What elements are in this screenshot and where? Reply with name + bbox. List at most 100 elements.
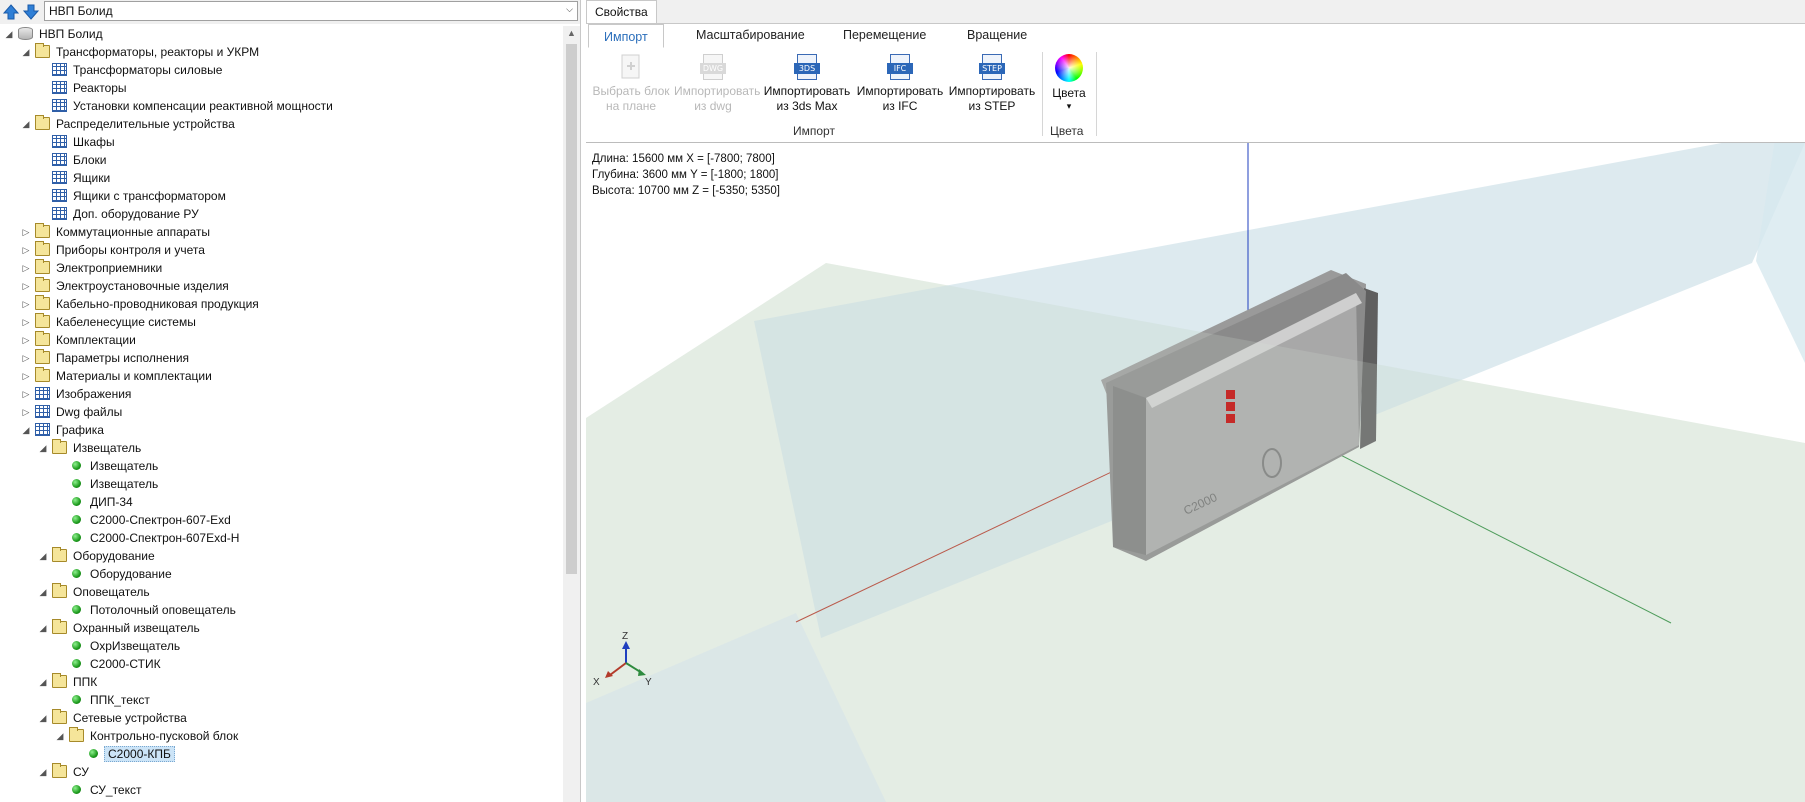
scrollbar-thumb[interactable] xyxy=(566,44,577,574)
tree-item[interactable]: ДИП-34 xyxy=(0,494,560,512)
tree-item[interactable]: Блоки xyxy=(0,152,560,170)
expand-arrow-icon[interactable]: ▷ xyxy=(21,315,31,329)
tree-item[interactable]: Потолочный оповещатель xyxy=(0,602,560,620)
expand-arrow-icon[interactable]: ▷ xyxy=(21,387,31,401)
folder-icon xyxy=(52,673,67,688)
tree-item[interactable]: ППК_текст xyxy=(0,692,560,710)
tab-scaling[interactable]: Масштабирование xyxy=(696,28,805,42)
tree-item[interactable]: ▷ Электроприемники xyxy=(0,259,560,278)
expand-arrow-icon[interactable]: ▷ xyxy=(21,225,31,239)
scroll-up-icon[interactable]: ▲ xyxy=(567,28,576,38)
tree-item[interactable]: ▷ Кабеленесущие системы xyxy=(0,313,560,332)
tree-item[interactable]: ◢ Распределительные устройства xyxy=(0,115,560,134)
arrow-up-icon[interactable] xyxy=(2,3,20,21)
tree-item[interactable]: ◢ Контрольно-пусковой блок xyxy=(0,727,560,746)
collapse-arrow-icon[interactable]: ◢ xyxy=(55,729,65,743)
arrow-down-icon[interactable] xyxy=(22,3,40,21)
tree-item[interactable]: ОхрИзвещатель xyxy=(0,638,560,656)
tree-item[interactable]: ▷ Dwg файлы xyxy=(0,404,560,422)
collapse-arrow-icon[interactable]: ◢ xyxy=(4,27,14,41)
tree-item[interactable]: Реакторы xyxy=(0,80,560,98)
tree-item[interactable]: Ящики xyxy=(0,170,560,188)
tree-item[interactable]: ◢ Оповещатель xyxy=(0,583,560,602)
tree-item[interactable]: ▷ Приборы контроля и учета xyxy=(0,241,560,260)
folder-icon xyxy=(35,259,50,274)
tree-item[interactable]: Извещатель xyxy=(0,458,560,476)
tree-item[interactable]: ◢ Извещатель xyxy=(0,439,560,458)
tree-item[interactable]: С2000-Спектрон-607Exd-H xyxy=(0,530,560,548)
tree-item[interactable]: ▷ Коммутационные аппараты xyxy=(0,223,560,242)
collapse-arrow-icon[interactable]: ◢ xyxy=(21,423,31,437)
3d-viewport[interactable]: Длина: 15600 мм X = [-7800; 7800] Глубин… xyxy=(586,143,1805,802)
collapse-arrow-icon[interactable]: ◢ xyxy=(38,441,48,455)
import-dwg-label-2: из dwg xyxy=(694,99,732,113)
expand-arrow-icon[interactable]: ▷ xyxy=(21,243,31,257)
expand-arrow-icon[interactable]: ▷ xyxy=(21,261,31,275)
tree-item[interactable]: Установки компенсации реактивной мощност… xyxy=(0,98,560,116)
table-icon xyxy=(52,171,67,184)
expand-arrow-icon[interactable]: ▷ xyxy=(21,405,31,419)
import-ifc-button[interactable]: IFC Импортировать из IFC xyxy=(856,54,944,114)
tree-item[interactable]: ▷ Параметры исполнения xyxy=(0,349,560,368)
tree-item[interactable]: ▷ Изображения xyxy=(0,386,560,404)
tab-properties[interactable]: Свойства xyxy=(586,0,657,23)
select-block-button[interactable]: Выбрать блок на плане xyxy=(590,54,672,114)
green-dot-icon xyxy=(72,515,81,524)
tree-scrollbar[interactable]: ▲ xyxy=(563,26,580,802)
chevron-down-icon[interactable]: ⌵ xyxy=(566,4,573,15)
tree-item[interactable]: Ящики с трансформатором xyxy=(0,188,560,206)
tree-item[interactable]: СУ_текст xyxy=(0,782,560,800)
tree-item[interactable]: С2000-Спектрон-607-Exd xyxy=(0,512,560,530)
tree-item[interactable]: Трансформаторы силовые xyxy=(0,62,560,80)
tree-item[interactable]: ▷ Электроустановочные изделия xyxy=(0,277,560,296)
tree-item[interactable]: ▷ Кабельно-проводниковая продукция xyxy=(0,295,560,314)
collapse-arrow-icon[interactable]: ◢ xyxy=(38,675,48,689)
expand-arrow-icon[interactable]: ▷ xyxy=(21,279,31,293)
green-dot-icon xyxy=(72,497,81,506)
collapse-arrow-icon[interactable]: ◢ xyxy=(21,45,31,59)
expand-arrow-icon[interactable]: ▷ xyxy=(21,369,31,383)
tree-item[interactable]: С2000-СТИК xyxy=(0,656,560,674)
collapse-arrow-icon[interactable]: ◢ xyxy=(38,765,48,779)
collapse-arrow-icon[interactable]: ◢ xyxy=(38,711,48,725)
tab-moving[interactable]: Перемещение xyxy=(843,28,926,42)
tree-item[interactable]: ◢ СУ xyxy=(0,763,560,782)
tree-item[interactable]: ◢ НВП Болид xyxy=(0,26,560,44)
import-step-button[interactable]: STEP Импортировать из STEP xyxy=(948,54,1036,114)
tree-item[interactable]: ◢ Графика xyxy=(0,422,560,440)
tab-import[interactable]: Импорт xyxy=(588,24,664,48)
tab-rotation[interactable]: Вращение xyxy=(967,28,1027,42)
folder-icon xyxy=(35,367,50,382)
import-dwg-button[interactable]: DWG Импортировать из dwg xyxy=(674,54,760,114)
collapse-arrow-icon[interactable]: ◢ xyxy=(21,117,31,131)
library-selector[interactable]: НВП Болид ⌵ xyxy=(44,1,578,21)
tree-item[interactable]: Извещатель xyxy=(0,476,560,494)
table-icon xyxy=(35,423,50,436)
tree-item-label: Оповещатель xyxy=(73,585,150,599)
expand-arrow-icon[interactable]: ▷ xyxy=(21,333,31,347)
tree-item[interactable]: Оборудование xyxy=(0,566,560,584)
green-dot-icon xyxy=(72,695,81,704)
collapse-arrow-icon[interactable]: ◢ xyxy=(38,585,48,599)
green-dot-icon xyxy=(72,461,81,470)
green-dot-icon xyxy=(72,569,81,578)
tree-item[interactable]: ▷ Комплектации xyxy=(0,331,560,350)
tree-item-label: Реакторы xyxy=(73,81,127,95)
tree-item[interactable]: ◢ ППК xyxy=(0,673,560,692)
tree-item[interactable]: ◢ Сетевые устройства xyxy=(0,709,560,728)
tree-item[interactable]: ◢ Оборудование xyxy=(0,547,560,566)
collapse-arrow-icon[interactable]: ◢ xyxy=(38,621,48,635)
tree-item[interactable]: ◢ Охранный извещатель xyxy=(0,619,560,638)
collapse-arrow-icon[interactable]: ◢ xyxy=(38,549,48,563)
ifc-file-icon: IFC xyxy=(887,54,913,80)
tree-item[interactable]: ▷ Материалы и комплектации xyxy=(0,367,560,386)
expand-arrow-icon[interactable]: ▷ xyxy=(21,351,31,365)
import-3ds-button[interactable]: 3DS Импортировать из 3ds Max xyxy=(763,54,851,114)
tree-item[interactable]: С2000-КПБ xyxy=(0,746,560,764)
expand-arrow-icon[interactable]: ▷ xyxy=(21,297,31,311)
tree-item[interactable]: Шкафы xyxy=(0,134,560,152)
tree-item[interactable]: Доп. оборудование РУ xyxy=(0,206,560,224)
height-readout: Высота: 10700 мм Z = [-5350; 5350] xyxy=(592,185,780,197)
tree-item[interactable]: ◢ Трансформаторы, реакторы и УКРМ xyxy=(0,43,560,62)
colors-button[interactable]: Цвета ▾ xyxy=(1046,54,1092,111)
